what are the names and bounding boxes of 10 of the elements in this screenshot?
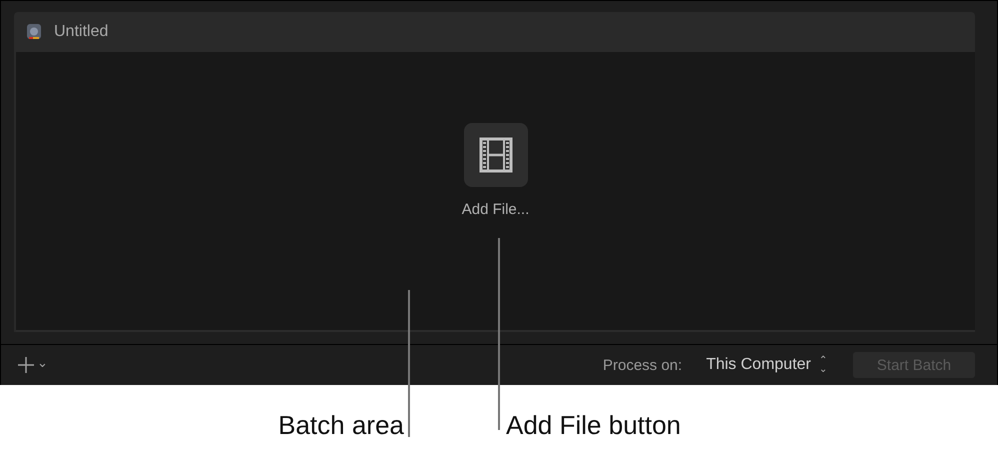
app-icon — [26, 23, 42, 41]
callout-label: Batch area — [278, 410, 404, 441]
film-icon — [478, 137, 512, 173]
add-menu-button[interactable]: ⌄ — [17, 356, 48, 374]
callout-label: Add File button — [506, 410, 681, 441]
process-on-label: Process on: — [602, 356, 682, 374]
plus-icon — [17, 356, 35, 374]
add-file-label[interactable]: Add File... — [462, 201, 530, 218]
add-file-button[interactable] — [464, 123, 528, 187]
batch-title: Untitled — [54, 23, 108, 41]
